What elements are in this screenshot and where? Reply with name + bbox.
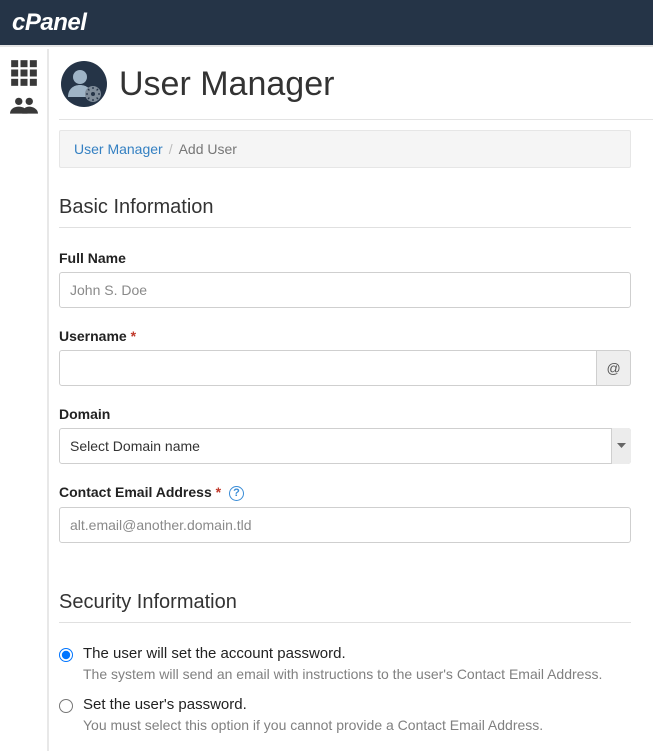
at-addon: @ [597,350,631,386]
left-nav [0,49,49,751]
cpanel-logo: cPanel [12,9,86,37]
domain-select[interactable]: Select Domain name [59,428,631,464]
breadcrumb-current: Add User [179,141,237,157]
radio-set-password-hint: You must select this option if you canno… [83,717,631,733]
radio-user-sets-password[interactable] [59,648,73,662]
user-manager-icon [61,61,107,107]
radio-user-sets-password-label: The user will set the account password. [83,645,346,662]
full-name-input[interactable] [59,272,631,308]
divider [59,622,631,623]
users-icon[interactable] [10,97,38,121]
radio-set-password-label: Set the user's password. [83,696,247,713]
top-bar: cPanel [0,0,653,47]
username-input[interactable] [59,350,597,386]
email-input[interactable] [59,507,631,543]
radio-set-password[interactable] [59,699,73,713]
breadcrumb-root[interactable]: User Manager [74,141,163,157]
section-basic-title: Basic Information [59,196,631,219]
required-mark: * [131,328,136,344]
help-icon[interactable]: ? [229,486,244,501]
required-mark: * [216,484,221,500]
section-security-title: Security Information [59,591,631,614]
radio-user-sets-password-hint: The system will send an email with instr… [83,666,631,682]
page-title: User Manager [119,65,334,104]
domain-label: Domain [59,406,631,422]
breadcrumb-sep: / [169,141,173,157]
full-name-label: Full Name [59,250,631,266]
grid-icon[interactable] [10,59,38,83]
divider [59,119,653,120]
username-label: Username * [59,328,631,344]
page-header: User Manager [59,57,653,119]
email-label: Contact Email Address * ? [59,484,631,501]
breadcrumb: User Manager / Add User [59,130,631,168]
content: User Manager User Manager / Add User Bas… [49,47,653,733]
divider [59,227,631,228]
